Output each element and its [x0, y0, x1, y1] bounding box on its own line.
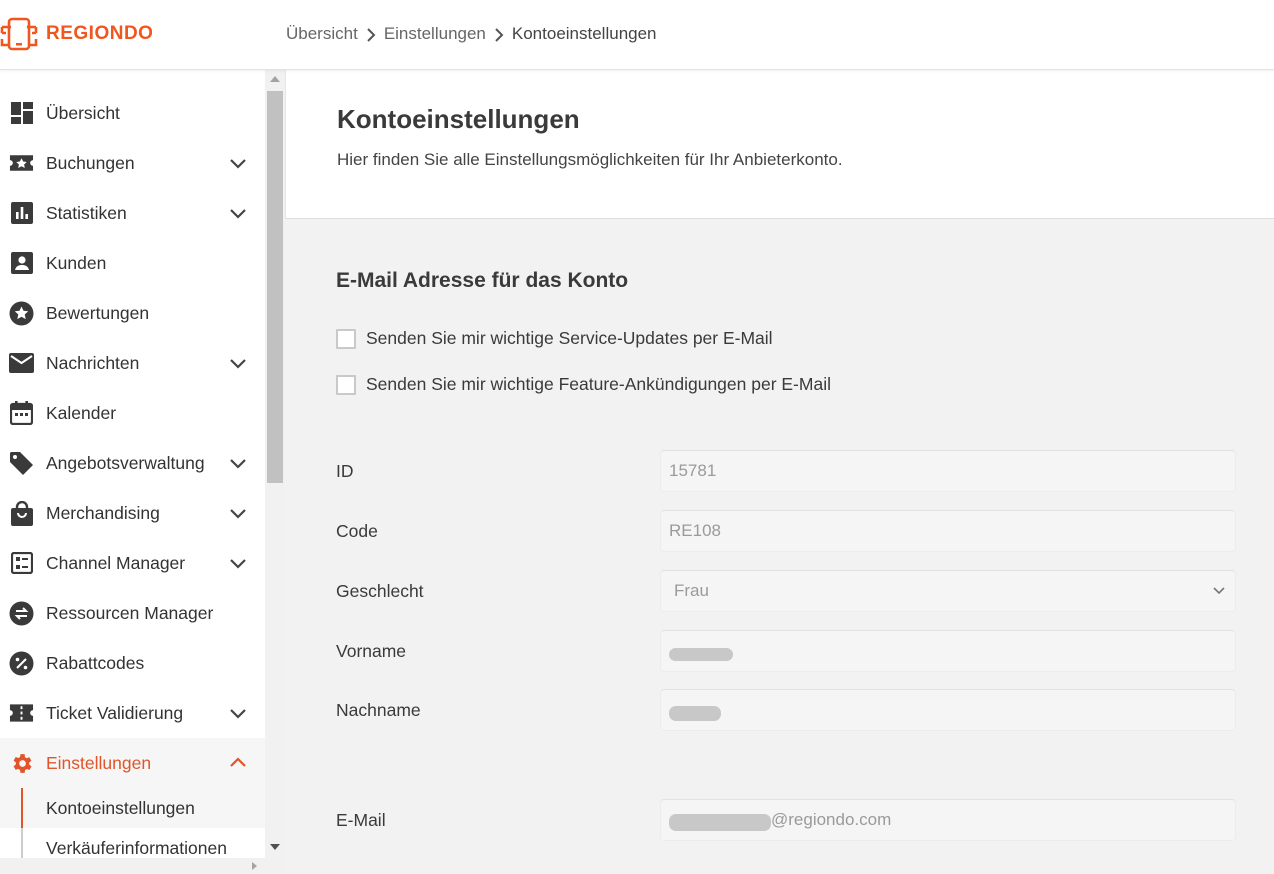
- scroll-down-icon[interactable]: [270, 844, 280, 850]
- breadcrumb: Übersicht Einstellungen Kontoeinstellung…: [286, 0, 657, 68]
- chevron-down-icon[interactable]: [228, 503, 248, 523]
- bar-chart-icon: [9, 201, 34, 226]
- brand-name: REGIONDO: [46, 23, 154, 44]
- firstname-label: Vorname: [336, 641, 407, 661]
- ticket-icon: [9, 701, 34, 726]
- email-section-title: E-Mail Adresse für das Konto: [336, 269, 629, 292]
- sidebar-item-label: Kalender: [46, 402, 117, 423]
- chevron-down-icon[interactable]: [228, 453, 248, 473]
- chevron-right-icon: [358, 24, 384, 44]
- sidebar-scrollbar[interactable]: [265, 70, 285, 858]
- top-header: REGIONDO Übersicht Einstellungen Kontoei…: [0, 0, 1274, 70]
- code-label: Code: [336, 521, 378, 541]
- sidebar-item-customers[interactable]: Kunden: [0, 238, 265, 288]
- page-title: Kontoeinstellungen: [337, 104, 580, 134]
- regiondo-logo-icon: [0, 17, 38, 51]
- chevron-down-icon[interactable]: [228, 703, 248, 723]
- service-updates-checkbox-row[interactable]: Senden Sie mir wichtige Service-Updates …: [336, 328, 773, 349]
- sidebar-item-bookings[interactable]: Buchungen: [0, 138, 265, 188]
- sidebar-item-messages[interactable]: Nachrichten: [0, 338, 265, 388]
- scroll-up-icon[interactable]: [270, 76, 280, 82]
- sidebar-item-label: Ressourcen Manager: [46, 602, 214, 623]
- sidebar-subitem-label: Verkäuferinformationen: [46, 837, 227, 858]
- sidebar-item-statistics[interactable]: Statistiken: [0, 188, 265, 238]
- sidebar-item-calendar[interactable]: Kalender: [0, 388, 265, 438]
- sidebar-item-label: Rabattcodes: [46, 652, 145, 673]
- sidebar-subitem-account-settings[interactable]: Kontoeinstellungen: [0, 788, 265, 828]
- email-label: E-Mail: [336, 810, 386, 830]
- sidebar-item-discount-codes[interactable]: Rabattcodes: [0, 638, 265, 688]
- checkbox-label: Senden Sie mir wichtige Service-Updates …: [366, 328, 773, 348]
- booking-star-icon: [9, 151, 34, 176]
- sidebar-item-label: Kunden: [46, 252, 107, 273]
- chevron-down-icon[interactable]: [228, 153, 248, 173]
- feature-announcements-checkbox-row[interactable]: Senden Sie mir wichtige Feature-Ankündig…: [336, 374, 831, 395]
- tag-icon: [9, 451, 34, 476]
- scrollbar-thumb[interactable]: [267, 91, 283, 483]
- chevron-down-icon: [1213, 587, 1225, 595]
- breadcrumb-account-settings: Kontoeinstellungen: [511, 24, 657, 43]
- code-value: RE108: [669, 521, 721, 540]
- shopping-bag-icon: [9, 500, 34, 526]
- sidebar-item-resources[interactable]: Ressourcen Manager: [0, 588, 265, 638]
- service-updates-checkbox[interactable]: [336, 328, 356, 349]
- code-field: RE108: [660, 510, 1236, 552]
- sidebar-subitem-label: Kontoeinstellungen: [46, 797, 195, 818]
- sidebar: Übersicht Buchungen Statistiken Kunden B…: [0, 70, 265, 874]
- email-domain: @regiondo.com: [771, 810, 892, 829]
- chevron-up-icon[interactable]: [228, 753, 248, 773]
- chevron-down-icon[interactable]: [228, 203, 248, 223]
- sidebar-item-settings[interactable]: Einstellungen: [0, 738, 265, 788]
- sidebar-item-merchandising[interactable]: Merchandising: [0, 488, 265, 538]
- breadcrumb-settings[interactable]: Einstellungen: [384, 24, 486, 44]
- customer-icon: [9, 251, 34, 276]
- chevron-down-icon[interactable]: [228, 353, 248, 373]
- lastname-field[interactable]: [660, 689, 1236, 731]
- redacted-value: [669, 647, 733, 661]
- page-header: Kontoeinstellungen Hier finden Sie alle …: [285, 70, 1274, 219]
- sidebar-item-offers[interactable]: Angebotsverwaltung: [0, 438, 265, 488]
- id-label: ID: [336, 461, 354, 481]
- lastname-label: Nachname: [336, 700, 421, 720]
- page-subtitle: Hier finden Sie alle Einstellungsmöglich…: [337, 150, 843, 169]
- sidebar-item-channel-manager[interactable]: Channel Manager: [0, 538, 265, 588]
- email-field[interactable]: @regiondo.com: [660, 799, 1236, 841]
- swap-icon: [9, 601, 34, 626]
- breadcrumb-overview[interactable]: Übersicht: [286, 24, 358, 44]
- gender-select[interactable]: Frau: [660, 570, 1236, 612]
- gender-value: Frau: [674, 581, 709, 600]
- gender-label: Geschlecht: [336, 581, 424, 601]
- id-value: 15781: [669, 461, 717, 480]
- checkbox-label: Senden Sie mir wichtige Feature-Ankündig…: [366, 374, 831, 394]
- redacted-value: [669, 813, 771, 831]
- star-circle-icon: [9, 301, 34, 326]
- sidebar-item-label: Übersicht: [46, 102, 120, 123]
- redacted-value: [669, 705, 721, 721]
- feature-announcements-checkbox[interactable]: [336, 374, 356, 395]
- sidebar-item-overview[interactable]: Übersicht: [0, 88, 265, 138]
- calendar-icon: [9, 401, 34, 426]
- active-indicator: [21, 788, 23, 828]
- scroll-right-icon[interactable]: [252, 862, 257, 870]
- sidebar-item-ticket-validation[interactable]: Ticket Validierung: [0, 688, 265, 738]
- percent-icon: [9, 651, 34, 676]
- gear-icon: [9, 751, 34, 776]
- id-field: 15781: [660, 450, 1236, 492]
- brand-logo[interactable]: REGIONDO: [0, 14, 153, 54]
- chevron-down-icon[interactable]: [228, 553, 248, 573]
- main-content: Kontoeinstellungen Hier finden Sie alle …: [285, 70, 1274, 874]
- sidebar-horizontal-scrollbar[interactable]: [0, 858, 285, 874]
- chevron-right-icon: [486, 24, 512, 44]
- dashboard-icon: [9, 101, 34, 126]
- sidebar-item-reviews[interactable]: Bewertungen: [0, 288, 265, 338]
- firstname-field[interactable]: [660, 630, 1236, 672]
- mail-icon: [9, 351, 34, 376]
- channel-icon: [9, 551, 34, 576]
- sidebar-item-label: Bewertungen: [46, 302, 150, 323]
